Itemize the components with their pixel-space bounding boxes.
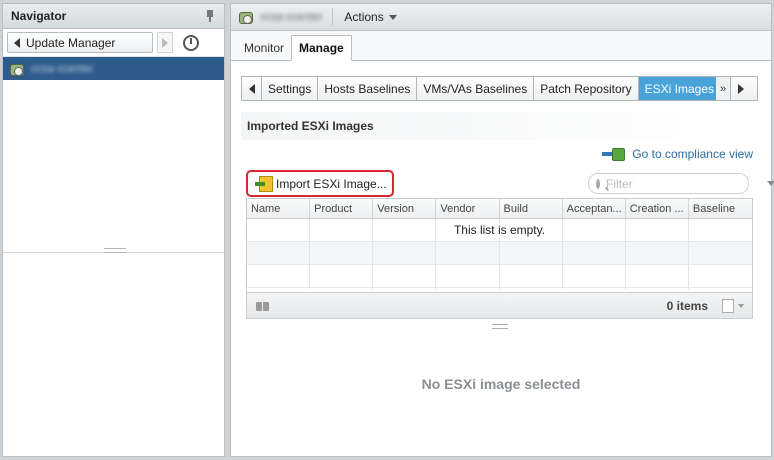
object-header: vcsa-vcenter Actions [231, 4, 771, 31]
details-empty-message: No ESXi image selected [421, 376, 581, 392]
compliance-view-link[interactable]: Go to compliance view [602, 147, 753, 161]
table-header: Name Product Version Vendor Build Accept… [247, 199, 752, 219]
actions-label: Actions [344, 10, 384, 24]
filter-field[interactable] [588, 173, 774, 194]
section-title: Imported ESXi Images [247, 119, 374, 133]
empty-list-message: This list is empty. [247, 223, 752, 237]
chevron-down-icon[interactable] [738, 303, 744, 308]
tab-manage[interactable]: Manage [291, 35, 352, 61]
column-header-baseline[interactable]: Baseline [689, 199, 752, 218]
table-footer: 0 items [247, 292, 752, 318]
forward-button[interactable] [157, 32, 173, 53]
empty-list-text: This list is empty. [450, 223, 549, 237]
column-header-build[interactable]: Build [500, 199, 563, 218]
tabstrip-overflow-menu[interactable]: » [716, 77, 731, 100]
column-header-product[interactable]: Product [310, 199, 374, 218]
filter-input[interactable] [606, 176, 761, 191]
compliance-icon [602, 147, 626, 161]
actions-menu[interactable]: Actions [333, 10, 397, 24]
column-header-creation[interactable]: Creation ... [626, 199, 689, 218]
right-arrow-icon [737, 83, 744, 94]
column-header-version[interactable]: Version [373, 199, 437, 218]
export-icon[interactable] [722, 298, 734, 313]
manage-tabstrip: Settings Hosts Baselines VMs/VAs Baselin… [241, 76, 758, 101]
table-row [247, 242, 752, 265]
navigator-title: Navigator [11, 9, 67, 23]
tab-esxi-images[interactable]: ESXi Images [638, 77, 716, 100]
compliance-link-label: Go to compliance view [632, 147, 753, 161]
tab-patch-repository[interactable]: Patch Repository [534, 77, 639, 100]
tab-hosts-baselines[interactable]: Hosts Baselines [318, 77, 418, 100]
esxi-images-table: Name Product Version Vendor Build Accept… [246, 198, 753, 319]
navigator-header: Navigator [3, 4, 224, 29]
forward-arrow-icon [162, 37, 168, 48]
tab-settings[interactable]: Settings [262, 77, 319, 100]
navigator-resize-handle[interactable] [104, 248, 126, 253]
left-arrow-icon [248, 83, 255, 94]
binoculars-icon[interactable] [255, 300, 271, 312]
content-area: Settings Hosts Baselines VMs/VAs Baselin… [231, 62, 774, 456]
table-row [247, 265, 752, 288]
import-esxi-image-button[interactable]: Import ESXi Image... [246, 170, 394, 197]
navigator-selected-item[interactable]: vcsa-vcenter [3, 57, 224, 80]
back-arrow-icon [14, 37, 20, 48]
tabstrip-scroll-right[interactable] [730, 77, 750, 100]
tabstrip-scroll-left[interactable] [242, 77, 262, 100]
vcenter-icon [9, 62, 25, 76]
chevron-down-icon[interactable] [767, 181, 774, 186]
navigator-panel: Navigator Update Manager vcsa-vcenter [2, 3, 225, 457]
search-icon [596, 178, 600, 189]
back-button[interactable]: Update Manager [7, 32, 153, 53]
column-header-name[interactable]: Name [247, 199, 311, 218]
back-button-label: Update Manager [26, 35, 116, 50]
main-panel: vcsa-vcenter Actions Monitor Manage Sett… [230, 3, 774, 457]
tab-vms-vas-baselines[interactable]: VMs/VAs Baselines [417, 77, 535, 100]
object-title: vcsa-vcenter [238, 8, 334, 26]
chevron-down-icon [388, 14, 397, 20]
table-body: This list is empty. [247, 219, 752, 289]
object-name: vcsa-vcenter [260, 11, 323, 23]
column-header-vendor[interactable]: Vendor [436, 199, 500, 218]
navigator-selected-label: vcsa-vcenter [31, 62, 94, 75]
pin-icon[interactable] [204, 9, 216, 23]
navigator-history-bar: Update Manager [3, 29, 224, 57]
items-count: 0 items [666, 298, 708, 313]
subtab-bar: Monitor Manage [231, 31, 771, 61]
details-resize-handle[interactable] [492, 324, 508, 329]
history-icon[interactable] [183, 34, 199, 51]
vcenter-icon [238, 10, 254, 24]
column-header-acceptance[interactable]: Acceptan... [563, 199, 626, 218]
import-icon [255, 176, 273, 192]
import-button-label: Import ESXi Image... [276, 176, 387, 191]
tab-monitor[interactable]: Monitor [237, 36, 291, 60]
